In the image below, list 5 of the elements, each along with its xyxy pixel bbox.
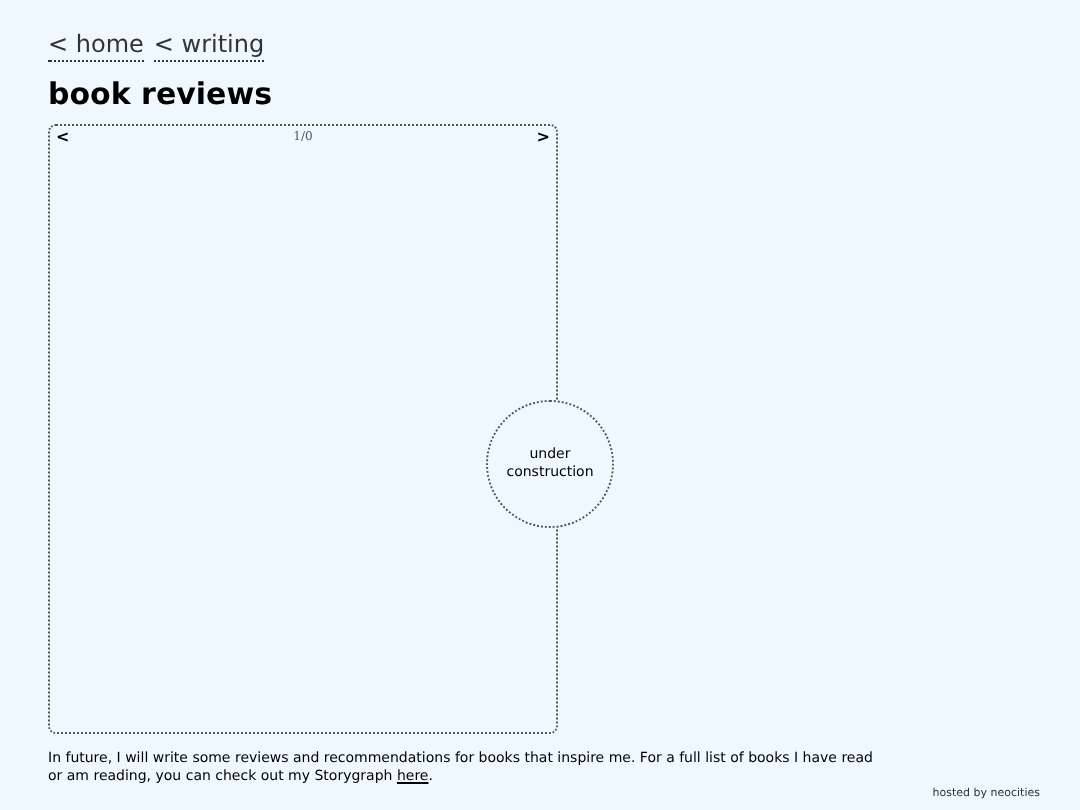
previous-button[interactable]: < (56, 128, 70, 148)
breadcrumb-link[interactable]: < home (48, 30, 144, 62)
next-button[interactable]: > (536, 128, 550, 148)
page-title: book reviews (48, 74, 274, 114)
breadcrumb-link[interactable]: < writing (153, 30, 265, 62)
